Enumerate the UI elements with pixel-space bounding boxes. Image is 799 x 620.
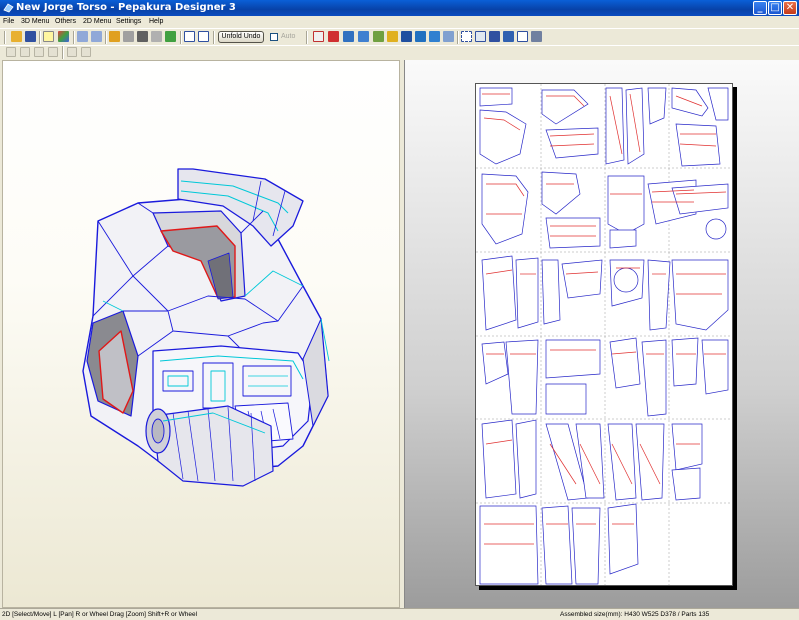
menu-settings[interactable]: Settings <box>116 16 141 28</box>
fit-icon[interactable] <box>461 31 472 42</box>
arrange-icon[interactable] <box>373 31 384 42</box>
align-top-icon[interactable] <box>34 47 44 57</box>
toolbar-separator <box>4 31 6 44</box>
save-icon[interactable] <box>25 31 36 42</box>
swap-icon[interactable] <box>443 31 454 42</box>
dual-view-icon[interactable] <box>198 31 209 42</box>
main-toolbar: Unfold Undo Auto <box>0 28 799 45</box>
texture-cube-icon[interactable] <box>58 31 69 42</box>
minimize-button[interactable]: _ <box>753 1 767 15</box>
lightbulb-icon[interactable] <box>43 31 54 42</box>
3d-model[interactable] <box>3 61 401 609</box>
title-bar[interactable]: New Jorge Torso - Pepakura Designer 3 _ … <box>0 0 799 16</box>
move-icon[interactable] <box>415 31 426 42</box>
auto-label: Auto <box>281 33 296 40</box>
pepakura-window: New Jorge Torso - Pepakura Designer 3 _ … <box>0 0 799 620</box>
maximize-button[interactable]: □ <box>768 1 782 15</box>
flap-icon[interactable] <box>151 31 162 42</box>
single-view-icon[interactable] <box>184 31 195 42</box>
align-left-icon[interactable] <box>6 47 16 57</box>
layout-icon[interactable] <box>503 31 514 42</box>
status-bar: 2D [Select/Move] L [Pan] R or Wheel Drag… <box>0 608 799 620</box>
menu-2d[interactable]: 2D Menu <box>83 16 111 28</box>
app-icon <box>3 3 14 13</box>
toolbar-separator <box>39 31 41 44</box>
rotate-right-icon[interactable] <box>81 47 91 57</box>
menu-3d[interactable]: 3D Menu <box>21 16 49 28</box>
unfolded-parts[interactable] <box>476 84 733 586</box>
magic-icon[interactable] <box>358 31 369 42</box>
undo-icon[interactable] <box>77 31 88 42</box>
open-icon[interactable] <box>11 31 22 42</box>
print-icon[interactable] <box>387 31 398 42</box>
grid-icon[interactable] <box>343 31 354 42</box>
status-assembled-size: Assembled size(mm): H430 W525 D378 / Par… <box>560 611 710 618</box>
rotate-left-icon[interactable] <box>67 47 77 57</box>
redo-icon[interactable] <box>91 31 102 42</box>
rotate-icon[interactable] <box>429 31 440 42</box>
print-preview-icon[interactable] <box>531 31 542 42</box>
select-icon[interactable] <box>313 31 324 42</box>
auto-checkbox[interactable] <box>270 33 278 41</box>
toolbar-separator <box>105 31 107 44</box>
unfold-undo-button[interactable]: Unfold Undo <box>218 31 264 43</box>
close-button[interactable]: ✕ <box>783 1 797 15</box>
status-hint: 2D [Select/Move] L [Pan] R or Wheel Drag… <box>2 611 198 618</box>
menu-help[interactable]: Help <box>149 16 163 28</box>
menu-bar: File 3D Menu Others 2D Menu Settings Hel… <box>0 16 799 28</box>
refresh-icon[interactable] <box>165 31 176 42</box>
paper-layout[interactable] <box>475 83 733 586</box>
join-icon[interactable] <box>123 31 134 42</box>
menu-file[interactable]: File <box>3 16 14 28</box>
align-bottom-icon[interactable] <box>48 47 58 57</box>
3d-view[interactable] <box>2 60 400 608</box>
toolbar-separator <box>62 46 64 59</box>
zoom-icon[interactable] <box>475 31 486 42</box>
align-right-icon[interactable] <box>20 47 30 57</box>
preview-icon[interactable] <box>517 31 528 42</box>
secondary-toolbar <box>0 45 799 59</box>
scale-icon[interactable] <box>489 31 500 42</box>
toolbar-separator <box>73 31 75 44</box>
menu-others[interactable]: Others <box>55 16 76 28</box>
pointer-icon[interactable] <box>328 31 339 42</box>
anchor-icon[interactable] <box>137 31 148 42</box>
toolbar-separator <box>213 31 215 44</box>
toolbar-separator <box>306 31 308 44</box>
window-title: New Jorge Torso - Pepakura Designer 3 <box>16 2 236 13</box>
pencil-icon[interactable] <box>109 31 120 42</box>
toolbar-separator <box>180 31 182 44</box>
page-icon[interactable] <box>401 31 412 42</box>
toolbar-separator <box>457 31 459 44</box>
